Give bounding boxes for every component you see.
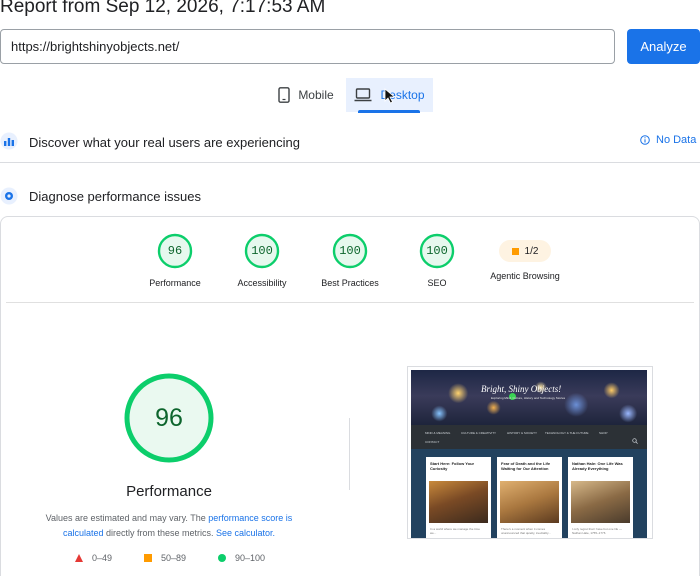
- average-square-icon: [144, 554, 152, 562]
- vertical-divider: [349, 418, 350, 490]
- average-square-icon: [511, 247, 519, 255]
- performance-big-label: Performance: [126, 483, 212, 500]
- thumbnail-nav-item: TECHNOLOGY & THE FUTURE: [545, 431, 589, 435]
- performance-score: 96: [167, 244, 183, 258]
- url-input[interactable]: [11, 30, 606, 63]
- thumbnail-site-subtitle: Exploring Mind, Culture, History and Tec…: [491, 396, 566, 400]
- thumbnail-post-image: [571, 481, 630, 523]
- legend-fail: 0–49: [75, 553, 112, 563]
- accessibility-score: 100: [251, 244, 273, 258]
- thumbnail-post-title: Nathan Hale: One Life Was Already Everyt…: [572, 461, 623, 471]
- thumbnail-nav-item: SHOP: [599, 431, 608, 435]
- final-screenshot[interactable]: Bright, Shiny Objects! Exploring Mind, C…: [407, 366, 653, 539]
- performance-disclaimer: Values are estimated and may vary. The p…: [40, 511, 298, 541]
- performance-gauge: 96: [157, 233, 193, 269]
- thumbnail-post-title: Fear of Death and the Life Waiting for O…: [501, 461, 551, 471]
- mobile-icon: [278, 87, 291, 103]
- diagnose-lab-icon: [0, 187, 18, 205]
- accessibility-gauge: 100: [244, 233, 280, 269]
- category-agentic-browsing[interactable]: 1/2 Agentic Browsing: [470, 233, 580, 281]
- thumbnail-post: Nathan Hale: One Life Was Already Everyt…: [568, 457, 633, 538]
- discover-section[interactable]: Discover what your real users are experi…: [0, 123, 700, 163]
- no-data-link[interactable]: No Data: [640, 134, 696, 146]
- seo-gauge: 100: [419, 233, 455, 269]
- thumbnail-post-text: I only regret that I have but one life —…: [572, 527, 623, 535]
- legend-pass: 90–100: [218, 553, 265, 563]
- thumbnail-nav-item: CULTURE & CREATIVITY: [461, 431, 497, 435]
- best-practices-score: 100: [339, 244, 361, 258]
- report-title: Report from Sep 12, 2026, 7:17:53 AM: [0, 0, 326, 17]
- thumbnail-post-title: Start Here: Follow Your Curiosity: [430, 461, 475, 471]
- thumbnail-search-icon: [632, 438, 638, 444]
- disclaimer-text-1: Values are estimated and may vary. The: [45, 513, 209, 523]
- diagnose-section[interactable]: Diagnose performance issues: [0, 178, 700, 214]
- no-data-label: No Data: [656, 134, 697, 146]
- see-calculator-link[interactable]: See calculator.: [216, 528, 275, 538]
- thumbnail-nav-item: HISTORY & SOCIETY: [507, 431, 538, 435]
- legend-pass-label: 90–100: [235, 553, 266, 563]
- agentic-browsing-badge: 1/2: [499, 240, 551, 262]
- thumbnail-nav: MIND & MEANING CULTURE & CREATIVITY HIST…: [411, 425, 647, 449]
- pass-circle-icon: [218, 554, 226, 562]
- fail-triangle-icon: [75, 554, 83, 562]
- thumbnail-post-text: In a world where we manage the time we..…: [430, 527, 480, 535]
- disclaimer-text-2: directly from these metrics.: [103, 528, 216, 538]
- tab-mobile[interactable]: Mobile: [268, 78, 344, 112]
- thumbnail-post: Fear of Death and the Life Waiting for O…: [497, 457, 562, 538]
- mouse-cursor-icon: [384, 88, 396, 104]
- discover-title: Discover what your real users are experi…: [29, 135, 300, 150]
- agentic-browsing-score: 1/2: [524, 245, 539, 257]
- users-field-data-icon: [0, 132, 18, 150]
- thumbnail-post-image: [500, 481, 559, 523]
- tab-mobile-label: Mobile: [298, 88, 334, 102]
- best-practices-gauge: 100: [332, 233, 368, 269]
- thumbnail-post-image: [429, 481, 488, 523]
- legend-average-label: 50–89: [161, 553, 187, 563]
- thumbnail-body: Start Here: Follow Your Curiosity In a w…: [411, 449, 647, 538]
- thumbnail-nav-item: MIND & MEANING: [425, 431, 451, 435]
- diagnose-title: Diagnose performance issues: [29, 188, 201, 204]
- performance-big-score: 96: [155, 403, 183, 432]
- thumbnail-post: Start Here: Follow Your Curiosity In a w…: [426, 457, 506, 538]
- card-divider: [6, 302, 694, 303]
- tab-active-indicator: [358, 110, 420, 113]
- info-icon: [640, 135, 650, 145]
- url-field[interactable]: [0, 29, 615, 64]
- legend-fail-label: 0–49: [92, 553, 113, 563]
- thumbnail-nav-item: CONTACT: [425, 440, 440, 444]
- agentic-browsing-label: Agentic Browsing: [490, 271, 560, 281]
- thumbnail-site-title: Bright, Shiny Objects!: [481, 384, 562, 394]
- thumbnail-hero: Bright, Shiny Objects! Exploring Mind, C…: [411, 370, 647, 428]
- thumbnail-post-text: There's a moment when it comes unannounc…: [501, 527, 551, 535]
- analyze-button[interactable]: Analyze: [627, 29, 700, 64]
- seo-score: 100: [426, 244, 448, 258]
- desktop-icon: [354, 88, 372, 102]
- legend-average: 50–89: [144, 553, 186, 563]
